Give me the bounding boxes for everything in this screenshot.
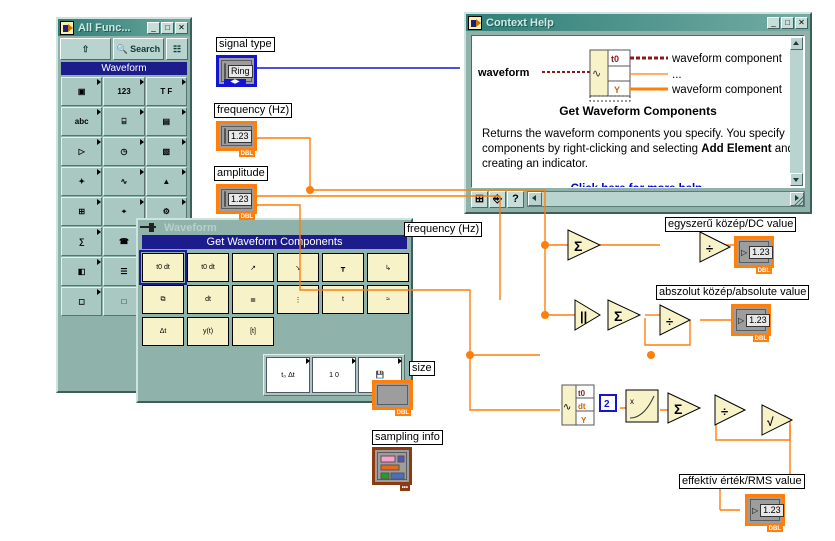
terminal-arrow-icon: ▷: [738, 315, 745, 325]
svg-text:÷: ÷: [706, 241, 713, 256]
dbl-badge: DBL: [766, 526, 783, 532]
svg-text:Σ: Σ: [614, 308, 622, 324]
svg-text:t0: t0: [578, 389, 586, 398]
get-waveform-components-node: ∿ t0 dt Y: [561, 384, 595, 426]
power-constant: 2: [599, 394, 617, 412]
svg-text:2: 2: [604, 399, 610, 410]
block-diagram-nodes: Σ ÷ || Σ ÷ ∿ t0 dt Y 2 x Σ ÷ √: [561, 229, 794, 436]
terminal-arrow-icon: ▷: [752, 505, 759, 515]
dc-value-indicator[interactable]: ▷ 1.23 DBL: [734, 236, 774, 274]
rms-value-inner: ▷ 1.23: [750, 499, 784, 521]
absolute-value-indicator[interactable]: ▷ 1.23 DBL: [731, 304, 771, 342]
absolute-value-node: ||: [574, 299, 601, 331]
dc-value-label: egyszerű közép/DC value: [665, 217, 797, 232]
sum-node-3: Σ: [667, 392, 702, 424]
terminal-arrow-icon: ▷: [741, 247, 748, 257]
svg-text:÷: ÷: [666, 314, 673, 329]
dc-value-inner: ▷ 1.23: [739, 241, 773, 263]
svg-text:∿: ∿: [563, 402, 571, 413]
frequency-hidden-label: frequency (Hz): [404, 222, 483, 237]
svg-text:÷: ÷: [721, 404, 728, 419]
size-control[interactable]: DBL: [372, 380, 413, 416]
rms-value-display: 1.23: [760, 503, 784, 517]
svg-text:Y: Y: [581, 416, 587, 425]
dbl-badge: DBL: [752, 336, 769, 342]
svg-text:dt: dt: [578, 402, 586, 411]
svg-text:Σ: Σ: [574, 238, 582, 254]
size-inner: [377, 385, 408, 405]
sum-node-1: Σ: [567, 229, 602, 261]
power-node: x: [625, 389, 659, 423]
svg-text:||: ||: [580, 309, 587, 324]
rms-value-indicator[interactable]: ▷ 1.23 DBL: [745, 494, 785, 532]
sum-node-2: Σ: [607, 299, 642, 331]
svg-text:Σ: Σ: [674, 401, 682, 417]
divide-node-2: ÷: [659, 304, 692, 336]
dbl-badge: DBL: [755, 268, 772, 274]
divide-node-3: ÷: [714, 394, 747, 426]
dbl-badge: DBL: [394, 410, 411, 416]
absolute-value-label: abszolut közép/absolute value: [656, 285, 810, 300]
rms-value-label: effektív érték/RMS value: [679, 474, 805, 489]
absolute-value-display: 1.23: [746, 313, 770, 327]
divide-node-1: ÷: [699, 231, 732, 263]
svg-text:√: √: [767, 415, 774, 429]
square-root-node: √: [761, 404, 794, 436]
absolute-value-inner: ▷ 1.23: [736, 309, 770, 331]
svg-text:x: x: [630, 397, 634, 406]
dc-value-display: 1.23: [749, 245, 773, 259]
size-label: size: [409, 361, 435, 376]
